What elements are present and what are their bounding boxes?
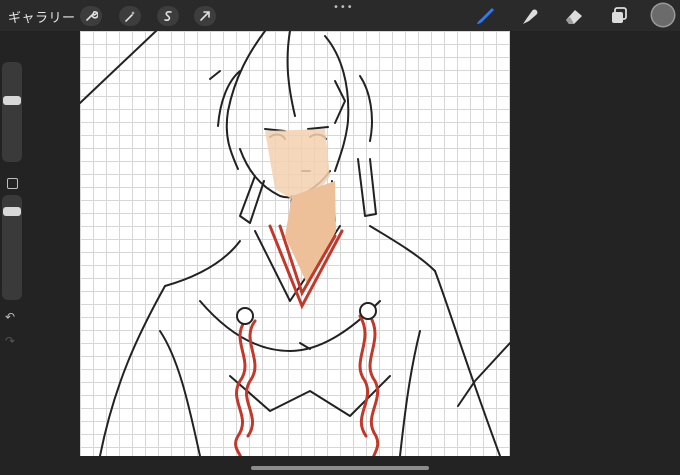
magic-wand-icon: [125, 11, 135, 22]
layers-button[interactable]: [607, 5, 631, 27]
brush-size-thumb[interactable]: [3, 96, 21, 105]
more-options-dots[interactable]: •••: [333, 3, 354, 13]
adjustments-button[interactable]: [119, 6, 141, 26]
actions-wrench-button[interactable]: [80, 6, 102, 26]
top-toolbar: ギャラリー •••: [0, 0, 680, 31]
gallery-button[interactable]: ギャラリー: [8, 7, 76, 26]
brush-icon: [477, 8, 494, 24]
brush-size-slider[interactable]: [2, 62, 22, 162]
layers-icon: [612, 7, 627, 23]
smudge-icon: [523, 9, 538, 24]
opacity-thumb[interactable]: [3, 207, 21, 216]
character-sketch: [80, 31, 510, 456]
brush-tool-button[interactable]: [473, 5, 497, 27]
eraser-icon: [566, 10, 582, 24]
selection-s-icon: [164, 11, 172, 21]
smudge-tool-button[interactable]: [518, 5, 542, 27]
selection-button[interactable]: [157, 6, 179, 26]
redo-button[interactable]: ↷: [5, 334, 15, 348]
color-picker-swatch[interactable]: [652, 4, 674, 26]
left-sidebar: [0, 60, 24, 310]
wrench-icon: [86, 11, 98, 21]
transform-arrow-icon: [200, 11, 210, 21]
eraser-tool-button[interactable]: [562, 5, 586, 27]
drawing-canvas[interactable]: [80, 31, 510, 456]
home-indicator: [251, 466, 429, 470]
transform-button[interactable]: [194, 6, 216, 26]
undo-button[interactable]: ↶: [5, 310, 15, 324]
opacity-slider[interactable]: [2, 195, 22, 300]
eyedropper-modify-button[interactable]: [7, 178, 18, 189]
